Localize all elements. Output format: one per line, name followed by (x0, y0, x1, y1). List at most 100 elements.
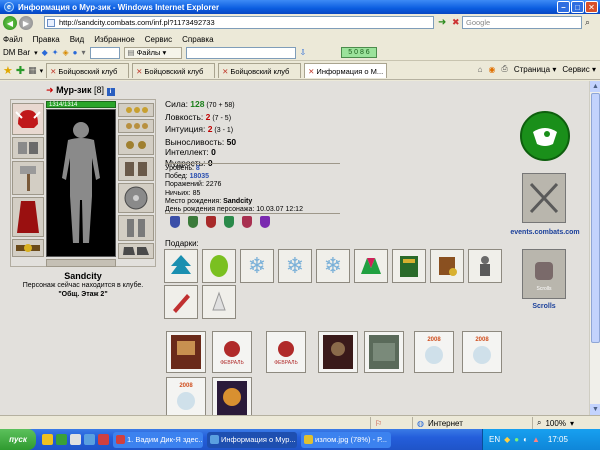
address-bar[interactable]: http://sandcity.combats.com/inf.pl?11734… (44, 16, 434, 29)
scroll-thumb[interactable] (591, 93, 600, 343)
quicklaunch-icon[interactable] (84, 434, 95, 445)
quicklaunch-icon[interactable] (98, 434, 109, 445)
scroll-up-button[interactable]: ▲ (590, 81, 600, 92)
menu-favorites[interactable]: Избранное (94, 35, 135, 44)
go-icon[interactable]: ➜ (438, 17, 450, 29)
gift-tree[interactable] (164, 249, 198, 283)
tab-1[interactable]: ✕ Бойцовский клуб (46, 63, 130, 78)
task-2[interactable]: Информация о Мур... (207, 431, 297, 448)
dm-icon-1[interactable]: ◆ (42, 48, 48, 57)
gift-snowflake-1[interactable]: ❄ (240, 249, 274, 283)
gift-leaf[interactable] (202, 249, 236, 283)
gift-snowflake-3[interactable]: ❄ (316, 249, 350, 283)
gift-scroll[interactable] (430, 249, 464, 283)
search-input[interactable]: Google (462, 16, 582, 29)
badge-icon[interactable] (170, 216, 180, 228)
badge-icon[interactable] (260, 216, 270, 228)
task-1[interactable]: 1. Вадим Дик-Я здес... (113, 431, 203, 448)
gift-crystal[interactable] (202, 285, 236, 319)
quicklaunch-icon[interactable] (70, 434, 81, 445)
favorites-star-icon[interactable]: ★ (3, 64, 13, 77)
badge-icon[interactable] (206, 216, 216, 228)
menu-edit[interactable]: Правка (33, 35, 60, 44)
scrolls-link[interactable]: Scrolls (520, 303, 568, 310)
bracers-slot[interactable] (12, 137, 44, 159)
search-icon[interactable]: ⌕ (585, 17, 590, 28)
card-8[interactable]: 2008 (166, 377, 206, 415)
dm-icon-4[interactable]: ● (73, 48, 78, 57)
gift-book[interactable] (392, 249, 426, 283)
badge-icon[interactable] (242, 216, 252, 228)
vertical-scrollbar[interactable]: ▲ ▼ (589, 81, 600, 415)
feeds-icon[interactable]: ◉ (488, 65, 495, 74)
scroll-down-button[interactable]: ▼ (590, 404, 600, 415)
info-icon[interactable]: i (106, 88, 115, 96)
files-dropdown[interactable]: ▤ Файлы ▾ (123, 46, 182, 59)
badge-icon[interactable] (224, 216, 234, 228)
ring-slot-2[interactable] (118, 135, 154, 155)
tray-icon[interactable]: ◐ (523, 435, 528, 444)
card-9[interactable] (212, 377, 252, 415)
legs-slot[interactable] (118, 215, 154, 241)
armor-slot[interactable] (12, 197, 44, 237)
boots-slot[interactable] (118, 243, 154, 259)
maximize-button[interactable]: □ (571, 1, 584, 13)
card-5[interactable] (364, 331, 404, 373)
card-7[interactable]: 2008 (462, 331, 502, 373)
page-menu[interactable]: Страница ▾ (514, 65, 557, 74)
tab-3[interactable]: ✕ Бойцовский клуб (218, 63, 302, 78)
task-3[interactable]: излом.jpg (78%) - Р... (301, 431, 391, 448)
tab-list-icon[interactable]: ▦ (28, 65, 37, 76)
tray-icon[interactable]: ● (514, 435, 519, 444)
dm-search-icon[interactable]: ⇩ (300, 48, 307, 57)
card-6[interactable]: 2008 (414, 331, 454, 373)
start-button[interactable]: пуск (0, 429, 36, 450)
club-shield-logo[interactable] (520, 111, 570, 161)
belt-slot[interactable] (12, 239, 44, 257)
tools-menu[interactable]: Сервис ▾ (562, 65, 596, 74)
menu-tools[interactable]: Сервис (145, 35, 172, 44)
clock[interactable]: 17:05 (548, 435, 568, 444)
dm-dropdown-icon[interactable]: ▾ (34, 49, 38, 57)
menu-view[interactable]: Вид (70, 35, 84, 44)
gift-jester-hat[interactable] (354, 249, 388, 283)
tab-list-chevron-icon[interactable]: ▾ (40, 67, 44, 75)
card-1[interactable] (166, 331, 206, 373)
dm-input[interactable] (89, 46, 120, 59)
card-2[interactable]: ФЕВРАЛЬ (212, 331, 252, 373)
minimize-button[interactable]: – (557, 1, 570, 13)
quicklaunch-icon[interactable] (42, 434, 53, 445)
shield-slot[interactable] (118, 183, 154, 213)
add-favorite-icon[interactable]: ✚ (16, 64, 25, 77)
events-banner[interactable] (522, 173, 566, 223)
earring-slot[interactable] (118, 103, 154, 117)
gift-rocket[interactable] (164, 285, 198, 319)
events-link[interactable]: events.combats.com (510, 229, 580, 236)
home-icon[interactable]: ⌂ (478, 65, 483, 74)
dm-icon-2[interactable]: ✦ (52, 48, 59, 57)
forward-button[interactable]: ▶ (19, 16, 33, 30)
card-3[interactable]: ФЕВРАЛЬ (266, 331, 306, 373)
close-tab-icon[interactable]: ✕ (385, 67, 386, 76)
scrolls-banner[interactable]: Scrolls (522, 249, 566, 299)
gift-figure[interactable] (468, 249, 502, 283)
dm-icon-5[interactable]: ▾ (82, 48, 86, 57)
tab-4[interactable]: ✕Информация о М...✕ (304, 63, 388, 78)
dm-icon-3[interactable]: ◈ (63, 48, 69, 57)
badge-icon[interactable] (188, 216, 198, 228)
gloves-slot[interactable] (118, 157, 154, 181)
status-zoom[interactable]: ⌕ 100% ▾ (532, 417, 600, 429)
card-4[interactable] (318, 331, 358, 373)
lang-indicator[interactable]: EN (489, 435, 500, 444)
menu-help[interactable]: Справка (182, 35, 213, 44)
back-button[interactable]: ◀ (3, 16, 17, 30)
gift-snowflake-2[interactable]: ❄ (278, 249, 312, 283)
tray-icon[interactable]: ◆ (504, 435, 510, 444)
ring-slot-1[interactable] (118, 119, 154, 133)
weapon-slot[interactable] (12, 161, 44, 195)
tab-2[interactable]: ✕ Бойцовский клуб (132, 63, 216, 78)
refresh-icon[interactable]: ✖ (452, 17, 462, 27)
close-button[interactable]: ✕ (585, 1, 598, 13)
helmet-slot[interactable] (12, 103, 44, 135)
tray-icon[interactable]: ▲ (532, 435, 540, 444)
